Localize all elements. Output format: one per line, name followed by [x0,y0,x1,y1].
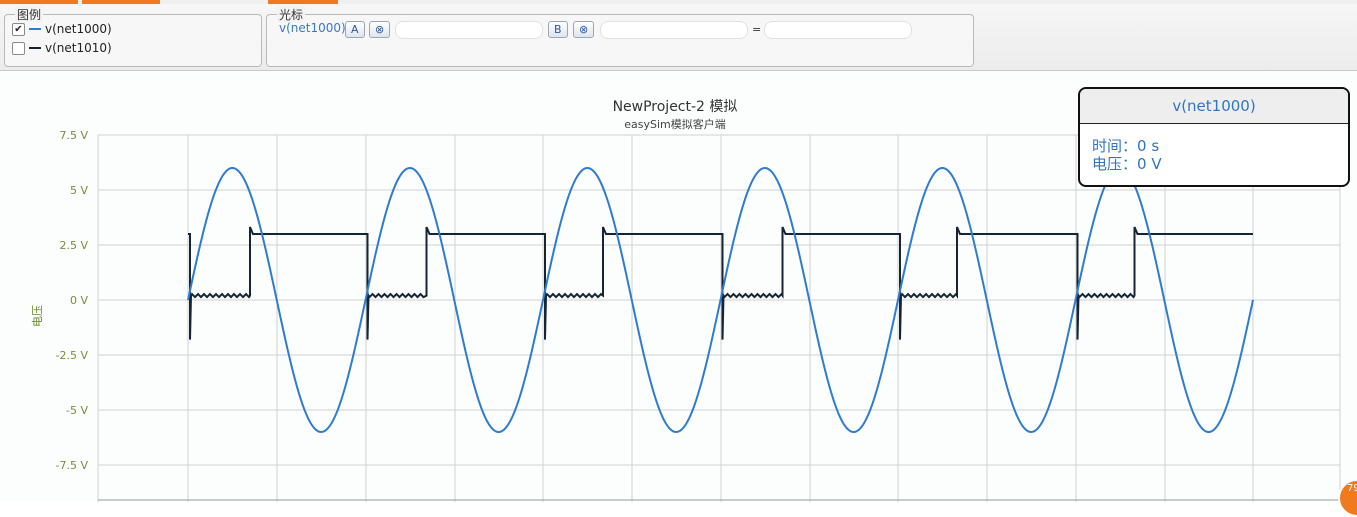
legend-item-net1000[interactable]: ✔ v(net1000) [12,21,112,37]
legend-swatch-net1010 [29,47,41,49]
y-tick-label: -5 V [66,404,88,417]
cursor-a-clear-button[interactable]: ⊗ [369,21,391,38]
cursor-b-clear-button[interactable]: ⊗ [573,21,595,38]
tooltip-voltage-row: 电压：0 V [1092,153,1162,174]
legend-item-net1010[interactable]: v(net1010) [12,40,112,56]
cursor-diff-field[interactable] [764,21,912,39]
cursor-b-value-field[interactable] [600,21,748,39]
y-tick-label: 0 V [70,294,88,307]
tooltip-voltage-value: 0 V [1137,155,1162,173]
cursor-b-button[interactable]: B [548,21,568,38]
y-tick-label: 7.5 V [59,129,88,142]
legend-label-net1010: v(net1010) [45,41,112,55]
cursor-a-button[interactable]: A [345,21,365,38]
y-axis-label: 电压 [31,305,44,327]
legend-label-net1000: v(net1000) [45,22,112,36]
plot-grid [97,134,1341,502]
y-tick-label: -2.5 V [56,349,89,362]
legend-checkbox-net1000[interactable]: ✔ [12,22,25,36]
legend-checkbox-net1010[interactable] [12,41,25,55]
chart-title: NewProject-2 模拟 [613,99,738,115]
legend-swatch-net1000 [29,28,41,30]
legend-group: 图例 ✔ v(net1000) v(net1010) [4,6,262,67]
chart-subtitle: easySim模拟客户端 [624,117,726,131]
y-tick-label: 2.5 V [59,239,88,252]
y-tick-label: 5 V [70,184,88,197]
cursor-a-value-field[interactable] [395,21,543,39]
y-tick-labels: 7.5 V 5 V 2.5 V 0 V -2.5 V -5 V -7.5 V [56,129,89,472]
tooltip-series-name: v(net1000) [1080,89,1348,124]
y-tick-label: -7.5 V [56,459,89,472]
cursor-group: 光标 v(net1000) A ⊗ B ⊗ = [266,6,974,67]
control-panel: 图例 ✔ v(net1000) v(net1010) 光标 v(net1000)… [0,4,1357,71]
cursor-equals-sign: = [752,23,762,36]
corner-badge-text: 79 [1347,483,1357,494]
cursor-series-select[interactable]: v(net1000) [279,21,346,35]
tooltip-voltage-label: 电压： [1092,155,1138,173]
hover-tooltip: v(net1000) 时间：0 s 电压：0 V [1078,87,1350,187]
